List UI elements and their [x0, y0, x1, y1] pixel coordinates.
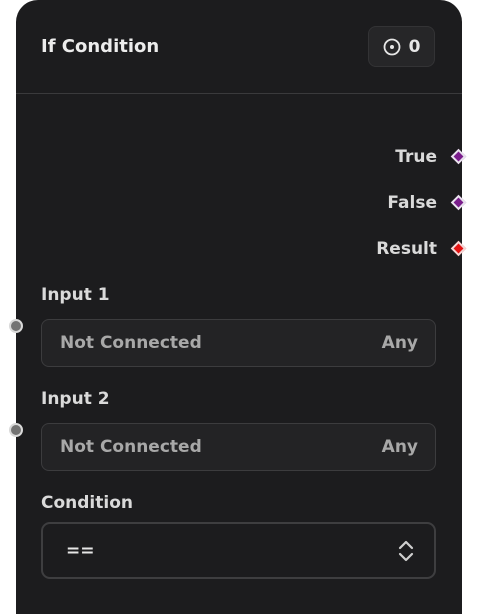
output-label-true: True: [395, 147, 437, 167]
condition-label: Condition: [41, 493, 133, 513]
condition-select[interactable]: ==: [41, 522, 436, 579]
node-header[interactable]: If Condition 0: [16, 0, 462, 94]
output-label-result: Result: [376, 239, 437, 259]
input-2-type: Any: [381, 437, 418, 457]
circle-dot-icon: [383, 38, 401, 56]
chevron-up-down-icon: [398, 539, 414, 567]
input-2-field[interactable]: Not Connected Any: [41, 423, 436, 471]
output-port-result[interactable]: [450, 240, 467, 257]
output-port-false[interactable]: [450, 194, 467, 211]
output-port-true[interactable]: [450, 148, 467, 165]
input-1-type: Any: [381, 333, 418, 353]
input-1-label: Input 1: [41, 285, 110, 305]
output-label-false: False: [387, 193, 437, 213]
run-count: 0: [408, 36, 421, 57]
input-1-port[interactable]: [9, 319, 23, 333]
input-1-field[interactable]: Not Connected Any: [41, 319, 436, 367]
run-count-badge[interactable]: 0: [368, 26, 435, 67]
input-2-label: Input 2: [41, 389, 110, 409]
input-1-value: Not Connected: [60, 333, 202, 353]
input-2-value: Not Connected: [60, 437, 202, 457]
input-2-port[interactable]: [9, 423, 23, 437]
node-title: If Condition: [41, 36, 160, 57]
condition-value: ==: [66, 541, 95, 561]
if-condition-node[interactable]: If Condition 0 True False Result Input 1…: [9, 0, 467, 614]
